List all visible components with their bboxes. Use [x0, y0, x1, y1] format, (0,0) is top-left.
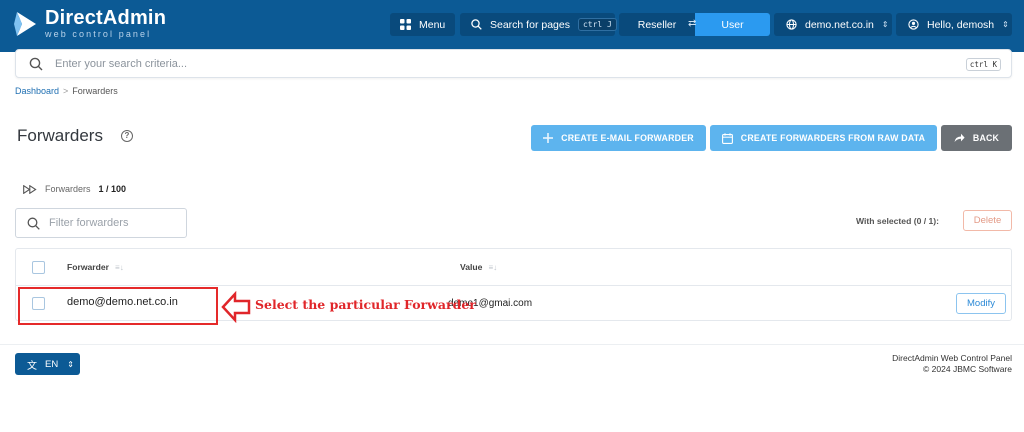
with-selected-label: With selected (0 / 1): [856, 216, 940, 226]
delete-button[interactable]: Delete [963, 210, 1012, 231]
domain-selector[interactable]: demo.net.co.in ⇕ [774, 13, 892, 36]
user-icon [908, 19, 919, 30]
sort-icon: ≡↓ [488, 262, 498, 272]
back-label: BACK [972, 133, 1000, 143]
menu-button[interactable]: Menu [390, 13, 455, 36]
filter-placeholder: Filter forwarders [49, 217, 129, 229]
breadcrumb-separator: > [63, 86, 69, 96]
swap-icon: ⇄ [688, 18, 697, 29]
calendar-icon [721, 132, 733, 144]
language-selector[interactable]: 文 EN ⇕ [15, 353, 80, 375]
column-forwarder-label: Forwarder [67, 262, 110, 272]
global-search-placeholder: Enter your search criteria... [55, 57, 188, 70]
select-all-checkbox[interactable] [32, 261, 45, 274]
footer-credits: DirectAdmin Web Control Panel © 2024 JBM… [892, 353, 1012, 375]
annotation-text: Select the particular Forwarder [255, 297, 476, 312]
create-from-raw-label: CREATE FORWARDERS FROM RAW DATA [740, 133, 926, 143]
create-from-raw-button[interactable]: CREATE FORWARDERS FROM RAW DATA [710, 125, 937, 151]
search-icon [471, 19, 482, 30]
search-icon [27, 217, 40, 230]
footer-divider [0, 344, 1024, 345]
global-search-input[interactable]: Enter your search criteria... ctrl K [15, 49, 1012, 78]
forwarder-count: Forwarders 1 / 100 [23, 184, 126, 194]
breadcrumb-current: Forwarders [72, 86, 118, 96]
sort-icon: ≡↓ [115, 262, 124, 272]
top-navigation-bar: DirectAdmin web control panel Menu Searc… [0, 0, 1024, 52]
page-title: Forwarders [17, 126, 103, 145]
brand-subtitle: web control panel [45, 29, 152, 39]
help-icon[interactable]: ? [121, 130, 133, 142]
grid-icon [400, 19, 411, 30]
forwarder-count-label: Forwarders [45, 184, 91, 194]
globe-icon [786, 19, 797, 30]
highlight-box [18, 287, 218, 325]
modify-button[interactable]: Modify [956, 293, 1006, 314]
search-icon [29, 57, 43, 70]
domain-label: demo.net.co.in [805, 18, 874, 31]
directadmin-logo-icon [14, 11, 36, 36]
create-email-forwarder-button[interactable]: CREATE E-MAIL FORWARDER [531, 125, 706, 151]
column-header-value[interactable]: Value ≡↓ [460, 262, 497, 272]
search-pages-shortcut: ctrl J [577, 18, 617, 31]
share-arrow-icon [954, 133, 965, 143]
search-pages-label: Search for pages [490, 18, 570, 31]
role-option-reseller[interactable]: Reseller [619, 13, 695, 36]
global-search-shortcut: ctrl K [965, 58, 1001, 71]
footer-product: DirectAdmin Web Control Panel [892, 353, 1012, 363]
back-button[interactable]: BACK [941, 125, 1012, 151]
create-email-forwarder-label: CREATE E-MAIL FORWARDER [561, 133, 694, 143]
column-header-forwarder[interactable]: Forwarder ≡↓ [67, 262, 124, 272]
role-toggle[interactable]: Reseller User ⇄ [619, 13, 770, 36]
search-pages-button[interactable]: Search for pages ctrl J [460, 13, 617, 36]
chevron-updown-icon: ⇕ [1002, 19, 1009, 29]
translate-icon: 文 [27, 360, 37, 372]
column-value-label: Value [460, 262, 483, 272]
chevron-updown-icon: ⇕ [881, 19, 889, 29]
brand-logo[interactable]: DirectAdmin web control panel [14, 8, 166, 39]
chevron-updown-icon: ⇕ [67, 359, 74, 369]
language-code: EN [45, 358, 59, 370]
forwarder-count-value: 1 / 100 [98, 184, 127, 194]
filter-forwarders-input[interactable]: Filter forwarders [15, 208, 187, 238]
left-arrow-icon [221, 291, 251, 323]
breadcrumb-dashboard[interactable]: Dashboard [15, 86, 59, 96]
breadcrumb: Dashboard > Forwarders [15, 86, 118, 96]
menu-label: Menu [419, 18, 446, 31]
brand-title: DirectAdmin [45, 7, 167, 29]
role-option-user[interactable]: User [695, 13, 770, 36]
footer-copyright: © 2024 JBMC Software [923, 364, 1012, 374]
user-greeting: Hello, demosh [927, 18, 995, 31]
plus-icon [543, 133, 554, 143]
table-header: Forwarder ≡↓ Value ≡↓ [16, 249, 1011, 286]
user-menu-button[interactable]: Hello, demosh ⇕ [896, 13, 1012, 36]
fast-forward-icon [23, 184, 37, 194]
